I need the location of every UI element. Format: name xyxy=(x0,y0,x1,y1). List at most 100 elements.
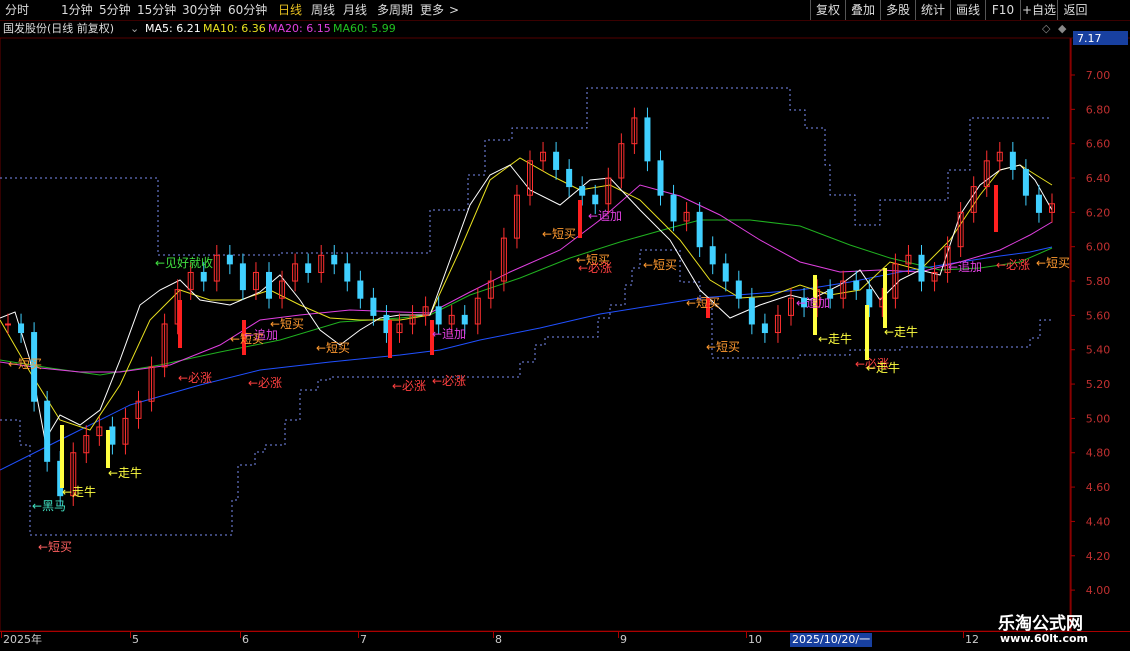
candle-body xyxy=(461,314,468,325)
period-5[interactable]: 60分钟 xyxy=(228,2,267,18)
signal-annotation: ←短买 xyxy=(542,227,576,241)
candle-body xyxy=(579,186,586,196)
period-6[interactable]: 日线 xyxy=(278,2,302,18)
period-8[interactable]: 月线 xyxy=(343,2,367,18)
period-toolbar: 分时 1分钟 5分钟 15分钟 30分钟 60分钟 日线 周线 月线 多周期 更多 > 复权 叠加 多股 统计… xyxy=(0,0,1130,21)
price-label: 4.60 xyxy=(1086,481,1111,494)
price-label: 6.20 xyxy=(1086,206,1111,219)
period-3[interactable]: 15分钟 xyxy=(137,2,176,18)
tool-5[interactable]: F10 xyxy=(985,0,1020,20)
price-label: 6.40 xyxy=(1086,172,1111,185)
period-10[interactable]: 更多 xyxy=(420,2,444,18)
signal-annotation: ←必涨 xyxy=(432,373,466,388)
ma20-label: MA20: 6.15 xyxy=(268,22,331,35)
diamond-icon[interactable]: ◇ xyxy=(1042,21,1050,37)
more-arrow-icon[interactable]: > xyxy=(449,2,459,18)
signal-bar xyxy=(883,268,887,328)
kline-chart[interactable]: 7.00 6.80 6.60 6.40 6.20 6.00 5.80 5.60 5.40 5.20… xyxy=(0,0,1130,650)
period-2[interactable]: 5分钟 xyxy=(99,2,131,18)
price-label: 4.80 xyxy=(1086,447,1111,460)
candle-body xyxy=(918,254,925,282)
price-label: 6.00 xyxy=(1086,241,1111,254)
candle-body xyxy=(735,280,742,299)
signal-annotation: ←走牛 xyxy=(866,360,900,375)
signal-annotation: ←黑马 xyxy=(32,499,66,513)
candle-body xyxy=(344,263,351,282)
tool-6[interactable]: +自选 xyxy=(1020,0,1057,20)
ma60-line xyxy=(0,246,1053,471)
price-label: 5.80 xyxy=(1086,275,1111,288)
date-tick xyxy=(130,632,131,638)
signal-annotation: ←见好就收 xyxy=(155,256,213,270)
signal-annotation: ←追加 xyxy=(796,295,830,310)
signal-bar xyxy=(60,425,64,488)
candle-body xyxy=(657,160,664,196)
candle-body xyxy=(566,168,573,188)
ma5-label: MA5: 6.21 xyxy=(145,22,201,35)
period-4[interactable]: 30分钟 xyxy=(182,2,221,18)
candle-body xyxy=(305,263,312,273)
date-label: 7 xyxy=(360,633,367,646)
date-label: 6 xyxy=(242,633,249,646)
period-7[interactable]: 周线 xyxy=(311,2,335,18)
signal-annotation: ←必涨 xyxy=(578,260,612,275)
candle-body xyxy=(853,280,860,291)
diamond-filled-icon[interactable]: ◆ xyxy=(1058,21,1066,37)
watermark-title: 乐淘公式网 xyxy=(998,614,1083,634)
date-label: 10 xyxy=(748,633,762,646)
candle-body xyxy=(748,297,755,325)
candle-body xyxy=(435,306,442,325)
date-tick xyxy=(963,632,964,638)
tool-0[interactable]: 复权 xyxy=(810,0,845,20)
dropdown-icon[interactable]: ⌄ xyxy=(130,21,139,37)
tool-7[interactable]: 返回 xyxy=(1057,0,1093,20)
date-tick xyxy=(493,632,494,638)
date-tick xyxy=(358,632,359,638)
signal-bar xyxy=(106,430,110,468)
candle-body xyxy=(18,323,25,334)
signal-annotation: ←短买 xyxy=(8,357,42,371)
ma60-label: MA60: 5.99 xyxy=(333,22,396,35)
signal-annotation: ←短买 xyxy=(316,341,350,355)
price-label: 7.00 xyxy=(1086,69,1111,82)
ma10-line xyxy=(0,184,1053,373)
signal-annotation: ←短买 xyxy=(686,296,720,310)
date-tick xyxy=(1,632,2,638)
tool-1[interactable]: 叠加 xyxy=(845,0,880,20)
indicator-info-bar: 国发股份(日线 前复权) ⌄ MA5: 6.21 MA10: 6.36 MA20… xyxy=(0,21,1130,37)
price-label: 5.20 xyxy=(1086,378,1111,391)
signal-annotation: ←走牛 xyxy=(884,324,918,339)
ma20-line xyxy=(0,219,1053,376)
watermark-url: www.60lt.com xyxy=(1000,632,1089,645)
signal-bar xyxy=(388,320,392,358)
signal-annotation: ←必涨 xyxy=(392,378,426,393)
period-1[interactable]: 1分钟 xyxy=(61,2,93,18)
candle-body xyxy=(592,194,599,205)
ma10-label: MA10: 6.36 xyxy=(203,22,266,35)
candle-body xyxy=(722,263,729,282)
price-label: 4.00 xyxy=(1086,584,1111,597)
lower-channel-line xyxy=(0,249,1052,536)
date-label: 12 xyxy=(965,633,979,646)
candle-body xyxy=(1022,168,1029,196)
candle-body xyxy=(866,289,873,308)
candle-body xyxy=(761,323,768,334)
candle-body xyxy=(226,254,233,265)
candle-body xyxy=(644,117,651,162)
candle-body xyxy=(239,263,246,291)
signal-annotation: ←短买 xyxy=(1036,256,1070,270)
period-0[interactable]: 分时 xyxy=(5,2,29,18)
price-label: 5.40 xyxy=(1086,344,1111,357)
candle-body xyxy=(370,297,377,316)
price-label: 6.60 xyxy=(1086,138,1111,151)
price-label: 5.00 xyxy=(1086,412,1111,425)
tool-4[interactable]: 画线 xyxy=(950,0,985,20)
tool-3[interactable]: 统计 xyxy=(915,0,950,20)
signal-annotation: ←追加 xyxy=(588,208,622,223)
signal-annotation: ←追加 xyxy=(948,259,982,274)
signal-bar xyxy=(865,305,869,360)
candle-body xyxy=(5,323,11,326)
period-9[interactable]: 多周期 xyxy=(377,2,413,18)
price-label: 4.40 xyxy=(1086,515,1111,528)
tool-2[interactable]: 多股 xyxy=(880,0,915,20)
